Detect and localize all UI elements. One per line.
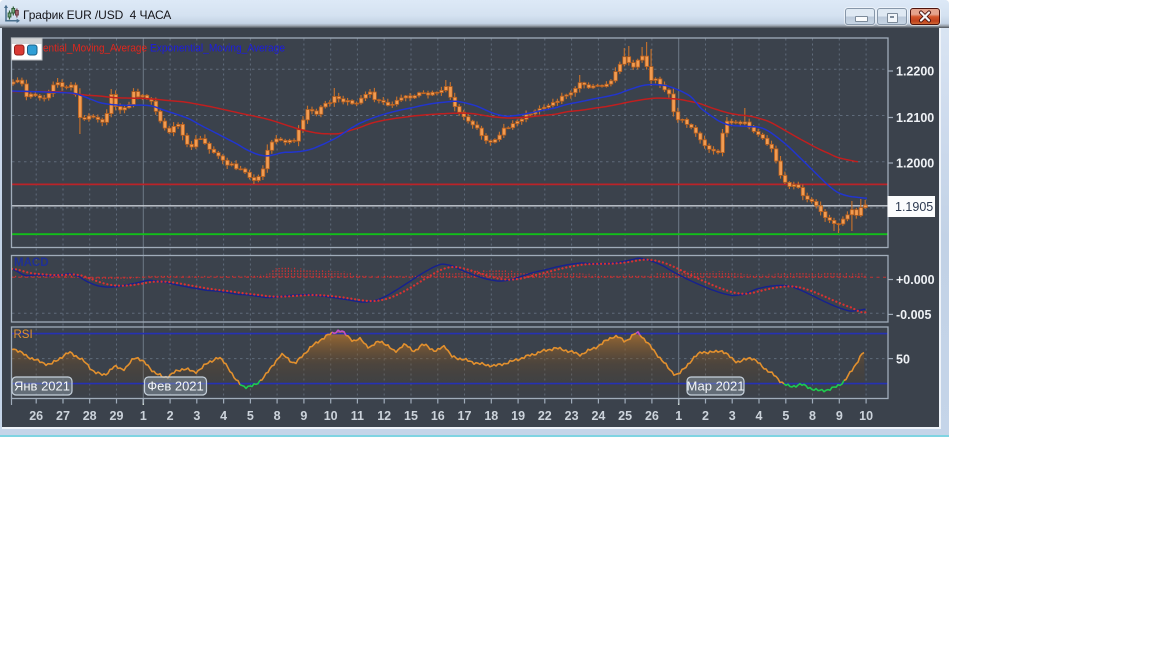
svg-text:Exponential_Moving_Average: Exponential_Moving_Average [150, 43, 285, 55]
svg-text:9: 9 [300, 409, 307, 423]
svg-text:1: 1 [675, 409, 682, 423]
svg-text:18: 18 [484, 409, 498, 423]
svg-text:17: 17 [458, 409, 472, 423]
svg-text:4: 4 [756, 409, 763, 423]
svg-text:-0.005: -0.005 [896, 308, 931, 322]
svg-text:Янв 2021: Янв 2021 [14, 379, 70, 394]
svg-text:19: 19 [511, 409, 525, 423]
svg-text:23: 23 [565, 409, 579, 423]
svg-text:25: 25 [618, 409, 632, 423]
svg-text:Мар 2021: Мар 2021 [687, 379, 745, 394]
svg-text:3: 3 [729, 409, 736, 423]
svg-text:29: 29 [110, 409, 124, 423]
svg-text:15: 15 [404, 409, 418, 423]
svg-text:11: 11 [351, 409, 364, 423]
svg-text:1.2100: 1.2100 [896, 111, 934, 125]
svg-text:2: 2 [702, 409, 709, 423]
svg-text:5: 5 [782, 409, 789, 423]
svg-text:4: 4 [220, 409, 227, 423]
svg-text:8: 8 [809, 409, 816, 423]
svg-text:2: 2 [167, 409, 174, 423]
svg-text:1.2000: 1.2000 [896, 157, 934, 171]
svg-text:12: 12 [377, 409, 391, 423]
svg-text:28: 28 [83, 409, 97, 423]
svg-text:22: 22 [538, 409, 552, 423]
svg-text:26: 26 [645, 409, 659, 423]
svg-text:50: 50 [896, 353, 910, 367]
svg-text:3: 3 [193, 409, 200, 423]
svg-text:27: 27 [56, 409, 70, 423]
svg-text:1: 1 [140, 409, 147, 423]
svg-text:24: 24 [591, 409, 605, 423]
svg-text:MACD: MACD [14, 257, 49, 269]
svg-text:10: 10 [324, 409, 338, 423]
svg-text:26: 26 [29, 409, 43, 423]
svg-text:9: 9 [836, 409, 843, 423]
svg-text:ential_Moving_Average: ential_Moving_Average [43, 43, 147, 55]
svg-text:1.2200: 1.2200 [896, 65, 934, 79]
svg-text:+0.000: +0.000 [896, 273, 935, 287]
svg-text:10: 10 [859, 409, 873, 423]
svg-text:5: 5 [247, 409, 254, 423]
svg-text:RSI: RSI [14, 329, 33, 341]
svg-text:16: 16 [431, 409, 445, 423]
svg-text:Фев 2021: Фев 2021 [147, 379, 204, 394]
svg-text:1.1905: 1.1905 [895, 200, 933, 214]
svg-text:8: 8 [274, 409, 281, 423]
